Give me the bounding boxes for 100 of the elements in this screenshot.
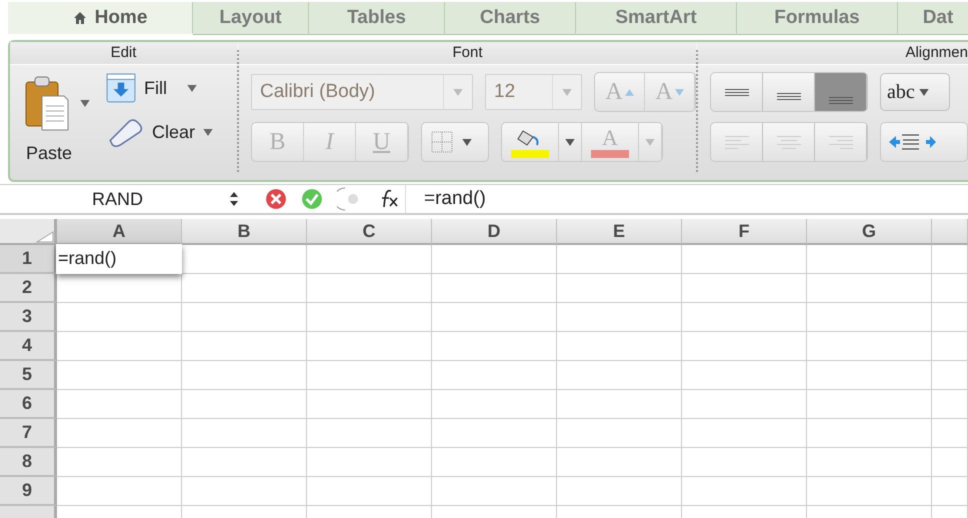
- grid-cell[interactable]: [557, 419, 682, 448]
- grid-cell[interactable]: [182, 245, 307, 274]
- name-box[interactable]: RAND: [0, 188, 225, 210]
- grid-cell[interactable]: [307, 419, 432, 448]
- column-header[interactable]: [932, 219, 968, 245]
- grid-cell[interactable]: [182, 332, 307, 361]
- cancel-icon[interactable]: [265, 188, 287, 210]
- grid-cell[interactable]: [807, 477, 932, 506]
- ribbon-tab[interactable]: Formulas: [737, 2, 898, 35]
- grid-cell[interactable]: [57, 361, 182, 390]
- grid-cell[interactable]: [807, 419, 932, 448]
- fill-button[interactable]: Fill: [144, 78, 167, 98]
- row-header[interactable]: 5: [0, 361, 57, 390]
- grid-cell[interactable]: [432, 332, 557, 361]
- grid-cell[interactable]: [182, 448, 307, 477]
- grid-cell[interactable]: [307, 245, 432, 274]
- grid-cell[interactable]: [307, 448, 432, 477]
- formula-field[interactable]: =rand(): [405, 185, 486, 213]
- grid-cell[interactable]: [807, 332, 932, 361]
- row-header[interactable]: 2: [0, 274, 57, 303]
- grid-cell[interactable]: [557, 448, 682, 477]
- grid-cell[interactable]: [682, 332, 807, 361]
- ribbon-tab[interactable]: Layout: [193, 2, 309, 35]
- grid-cell[interactable]: [807, 361, 932, 390]
- grid-cell[interactable]: [307, 477, 432, 506]
- grid-cell[interactable]: [557, 274, 682, 303]
- grid-cell[interactable]: [307, 361, 432, 390]
- column-header[interactable]: F: [682, 219, 807, 245]
- fill-down-icon[interactable]: [106, 73, 136, 103]
- grid-cell[interactable]: [557, 245, 682, 274]
- grid-cell[interactable]: [307, 332, 432, 361]
- check-icon[interactable]: [301, 188, 323, 210]
- grid-cell[interactable]: [682, 361, 807, 390]
- grid-cell[interactable]: [432, 361, 557, 390]
- ribbon-tab[interactable]: SmartArt: [576, 2, 737, 35]
- wrap-text-button[interactable]: abc: [880, 73, 950, 111]
- ribbon-tab[interactable]: Dat: [898, 2, 968, 35]
- grid-cell[interactable]: [432, 274, 557, 303]
- grid-cell[interactable]: [807, 245, 932, 274]
- row-header[interactable]: 3: [0, 303, 57, 332]
- paste-label[interactable]: Paste: [26, 143, 72, 164]
- borders-button[interactable]: [421, 122, 489, 162]
- grid-cell[interactable]: [932, 448, 968, 477]
- grid-cell[interactable]: [932, 274, 968, 303]
- row-header[interactable]: 1: [0, 245, 57, 274]
- grid-cell[interactable]: [807, 303, 932, 332]
- grid-cell[interactable]: [57, 477, 182, 506]
- grid-cell[interactable]: [682, 390, 807, 419]
- row-header[interactable]: 8: [0, 448, 57, 477]
- row-header[interactable]: 7: [0, 419, 57, 448]
- grid-cell[interactable]: [432, 390, 557, 419]
- column-header[interactable]: A: [57, 219, 182, 245]
- grid-cell[interactable]: [682, 419, 807, 448]
- grid-cell[interactable]: [432, 448, 557, 477]
- vertical-align-button[interactable]: [815, 73, 867, 111]
- grid-cell[interactable]: [57, 390, 182, 419]
- grid-cell[interactable]: [932, 390, 968, 419]
- grid-cell[interactable]: [182, 390, 307, 419]
- grid-cell[interactable]: [182, 274, 307, 303]
- grid-cell[interactable]: [682, 245, 807, 274]
- column-header[interactable]: D: [432, 219, 557, 245]
- grid-cell[interactable]: [557, 332, 682, 361]
- grid-cell[interactable]: [57, 448, 182, 477]
- grid-cell[interactable]: [932, 332, 968, 361]
- cell-value[interactable]: =rand(): [56, 244, 182, 274]
- ribbon-tab[interactable]: Home: [8, 2, 193, 34]
- grid-cell[interactable]: [432, 303, 557, 332]
- grid-cell[interactable]: [432, 477, 557, 506]
- caret-icon[interactable]: [187, 84, 197, 92]
- column-header[interactable]: B: [182, 219, 307, 245]
- stepper-icon[interactable]: [229, 191, 239, 207]
- column-header[interactable]: C: [307, 219, 432, 245]
- row-header[interactable]: 6: [0, 390, 57, 419]
- grid-cell[interactable]: [307, 390, 432, 419]
- caret-icon[interactable]: [203, 128, 214, 136]
- grid-cell[interactable]: [57, 274, 182, 303]
- grid-cell[interactable]: [57, 332, 182, 361]
- grid-cell[interactable]: [57, 303, 182, 332]
- ribbon-tab[interactable]: Tables: [309, 2, 445, 35]
- grid-cell[interactable]: [557, 390, 682, 419]
- grid-cell[interactable]: [682, 448, 807, 477]
- grid-cell[interactable]: [557, 477, 682, 506]
- grid-cell[interactable]: [307, 274, 432, 303]
- grid-cell[interactable]: [557, 303, 682, 332]
- grid-cell[interactable]: [682, 303, 807, 332]
- grid-cell[interactable]: [432, 245, 557, 274]
- column-header[interactable]: E: [557, 219, 682, 245]
- grid-cell[interactable]: [307, 303, 432, 332]
- column-header[interactable]: G: [807, 219, 932, 245]
- grid-cell[interactable]: [932, 477, 968, 506]
- caret-icon[interactable]: [565, 138, 575, 146]
- grid-cell[interactable]: [182, 419, 307, 448]
- grid-cell[interactable]: [182, 361, 307, 390]
- select-all-corner[interactable]: [0, 219, 57, 245]
- grid-cell[interactable]: [432, 419, 557, 448]
- clear-button[interactable]: Clear: [152, 122, 196, 142]
- grid-cell[interactable]: [182, 477, 307, 506]
- grid-cell[interactable]: [932, 245, 968, 274]
- grid-cell[interactable]: [807, 448, 932, 477]
- row-header[interactable]: 9: [0, 477, 57, 506]
